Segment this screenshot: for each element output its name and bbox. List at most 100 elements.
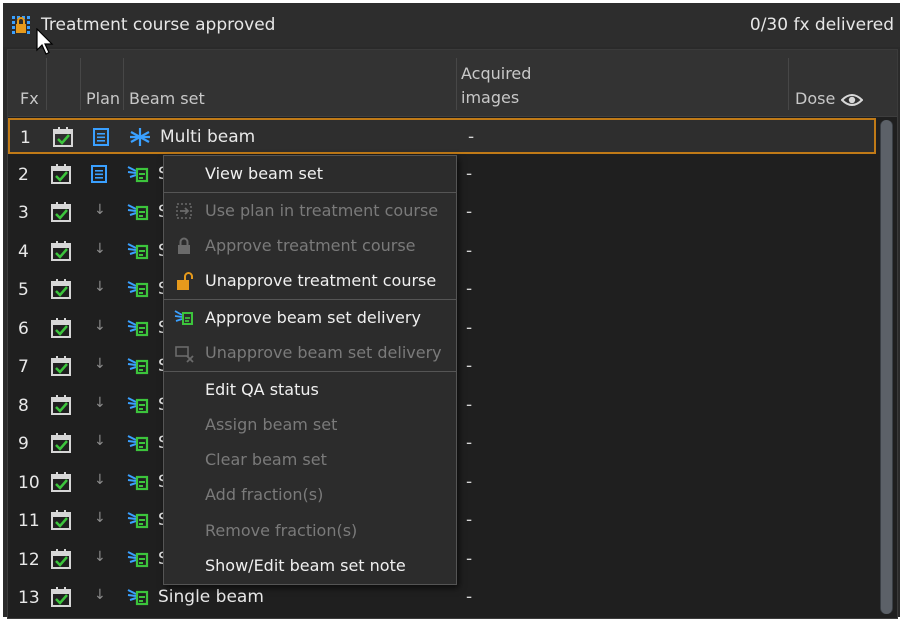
beam-unapprove-icon [175,346,194,363]
beam-set-name: Single beam [158,587,264,607]
arrow-down-icon: ↓ [94,356,106,372]
menu-item-approve-treatment-course[interactable]: Approve treatment course [164,229,456,263]
beam-approve-icon [174,310,193,325]
table-header: Fx Plan Beam set Acquired images Dose [8,50,897,117]
fraction-number: 13 [18,588,40,608]
fraction-number: 6 [18,318,29,339]
scrollbar-thumb[interactable] [881,120,892,614]
arrow-down-icon: ↓ [94,202,106,218]
fraction-number: 7 [18,357,29,377]
column-divider [788,58,789,110]
fraction-number: 12 [18,549,40,570]
single-beam-icon [127,589,149,606]
calendar-check-icon [51,202,71,222]
acquired-images-value: - [466,317,473,338]
menu-item-remove-fraction-s[interactable]: Remove fraction(s) [164,514,456,548]
single-beam-icon [127,242,149,259]
multi-beam-icon [130,128,150,146]
arrow-down-icon: ↓ [94,587,106,603]
arrow-down-icon: ↓ [94,433,106,449]
document-icon[interactable] [92,128,110,146]
menu-item-show-edit-beam-set-note[interactable]: Show/Edit beam set note [164,549,456,583]
menu-item-add-fraction-s[interactable]: Add fraction(s) [164,478,456,512]
arrow-down-icon: ↓ [94,394,106,411]
calendar-check-icon [51,356,71,376]
arrow-down-icon: ↓ [94,471,106,488]
col-dose[interactable]: Dose [795,89,864,108]
vertical-scrollbar[interactable] [880,120,893,614]
menu-item-label: Approve treatment course [205,235,416,255]
fraction-number: 9 [18,434,29,454]
menu-item-unapprove-treatment-course[interactable]: Unapprove treatment course [164,264,456,298]
menu-item-label: Edit QA status [205,379,319,399]
menu-item-assign-beam-set[interactable]: Assign beam set [164,408,456,442]
menu-item-unapprove-beam-set-delivery[interactable]: Unapprove beam set delivery [164,336,456,370]
unlock-icon [177,272,193,291]
single-beam-icon [127,281,149,298]
eye-icon[interactable] [841,93,864,107]
acquired-images-value: - [466,471,473,492]
single-beam-icon [127,550,149,567]
column-divider [46,58,47,110]
single-beam-icon [127,396,149,413]
fraction-number: 8 [18,395,29,416]
calendar-check-icon [51,394,71,415]
single-beam-icon [127,473,149,490]
menu-item-approve-beam-set-delivery[interactable]: Approve beam set delivery [164,301,456,335]
menu-item-label: View beam set [205,164,323,183]
beam-set-name: Multi beam [160,127,256,147]
calendar-check-icon [51,510,71,530]
menu-item-use-plan-in-treatment-course[interactable]: Use plan in treatment course [164,194,456,228]
acquired-images-value: - [466,587,473,607]
course-status-title: Treatment course approved [41,15,276,35]
col-acquired-images[interactable]: Acquired images [461,62,531,110]
fraction-number: 2 [18,164,29,185]
menu-item-label: Add fraction(s) [205,485,324,505]
calendar-check-icon [51,279,71,299]
mouse-cursor-icon [36,28,54,55]
col-plan[interactable]: Plan [86,89,120,108]
table-row[interactable]: 1 Multi beam - [8,118,876,154]
column-divider [456,58,457,110]
menu-item-clear-beam-set[interactable]: Clear beam set [164,443,456,477]
single-beam-icon [127,204,149,221]
menu-item-label: Remove fraction(s) [205,520,358,540]
menu-item-label: Unapprove treatment course [205,271,437,291]
calendar-check-icon [51,471,71,492]
single-beam-icon [127,165,149,182]
acquired-images-value: - [466,510,473,530]
acquired-images-value: - [466,163,473,184]
col-fx[interactable]: Fx [20,89,39,108]
approved-lock-icon [12,16,30,34]
fraction-number: 11 [18,511,40,531]
acquired-images-value: - [466,279,473,299]
col-beam-set[interactable]: Beam set [129,89,205,108]
calendar-check-icon [51,433,71,453]
acquired-images-value: - [466,394,473,415]
single-beam-icon [127,512,149,529]
column-divider [123,58,124,110]
acquired-images-value: - [466,202,473,222]
arrow-down-icon: ↓ [94,317,106,334]
lock-icon [178,237,190,254]
single-beam-icon [127,358,149,375]
col-acquired-line1: Acquired [461,64,532,83]
fx-delivered-count: 0/30 fx delivered [749,15,894,35]
menu-item-label: Approve beam set delivery [205,307,421,327]
fraction-number: 4 [18,241,29,262]
acquired-images-value: - [466,548,473,569]
document-icon[interactable] [90,164,108,183]
arrow-down-icon: ↓ [94,240,106,257]
use-plan-icon [176,202,192,219]
menu-item-edit-qa-status[interactable]: Edit QA status [164,373,456,407]
fraction-number: 5 [18,280,29,300]
menu-item-view-beam-set[interactable]: View beam set [164,157,456,191]
calendar-check-icon [51,587,71,607]
menu-item-label: Show/Edit beam set note [205,555,406,575]
fraction-number: 1 [20,128,31,148]
fraction-number: 3 [18,203,29,223]
table-row[interactable]: 13 ↓ Single beam - [8,580,876,616]
menu-item-label: Clear beam set [205,450,327,470]
calendar-check-icon [53,127,73,147]
acquired-images-value: - [468,127,475,147]
